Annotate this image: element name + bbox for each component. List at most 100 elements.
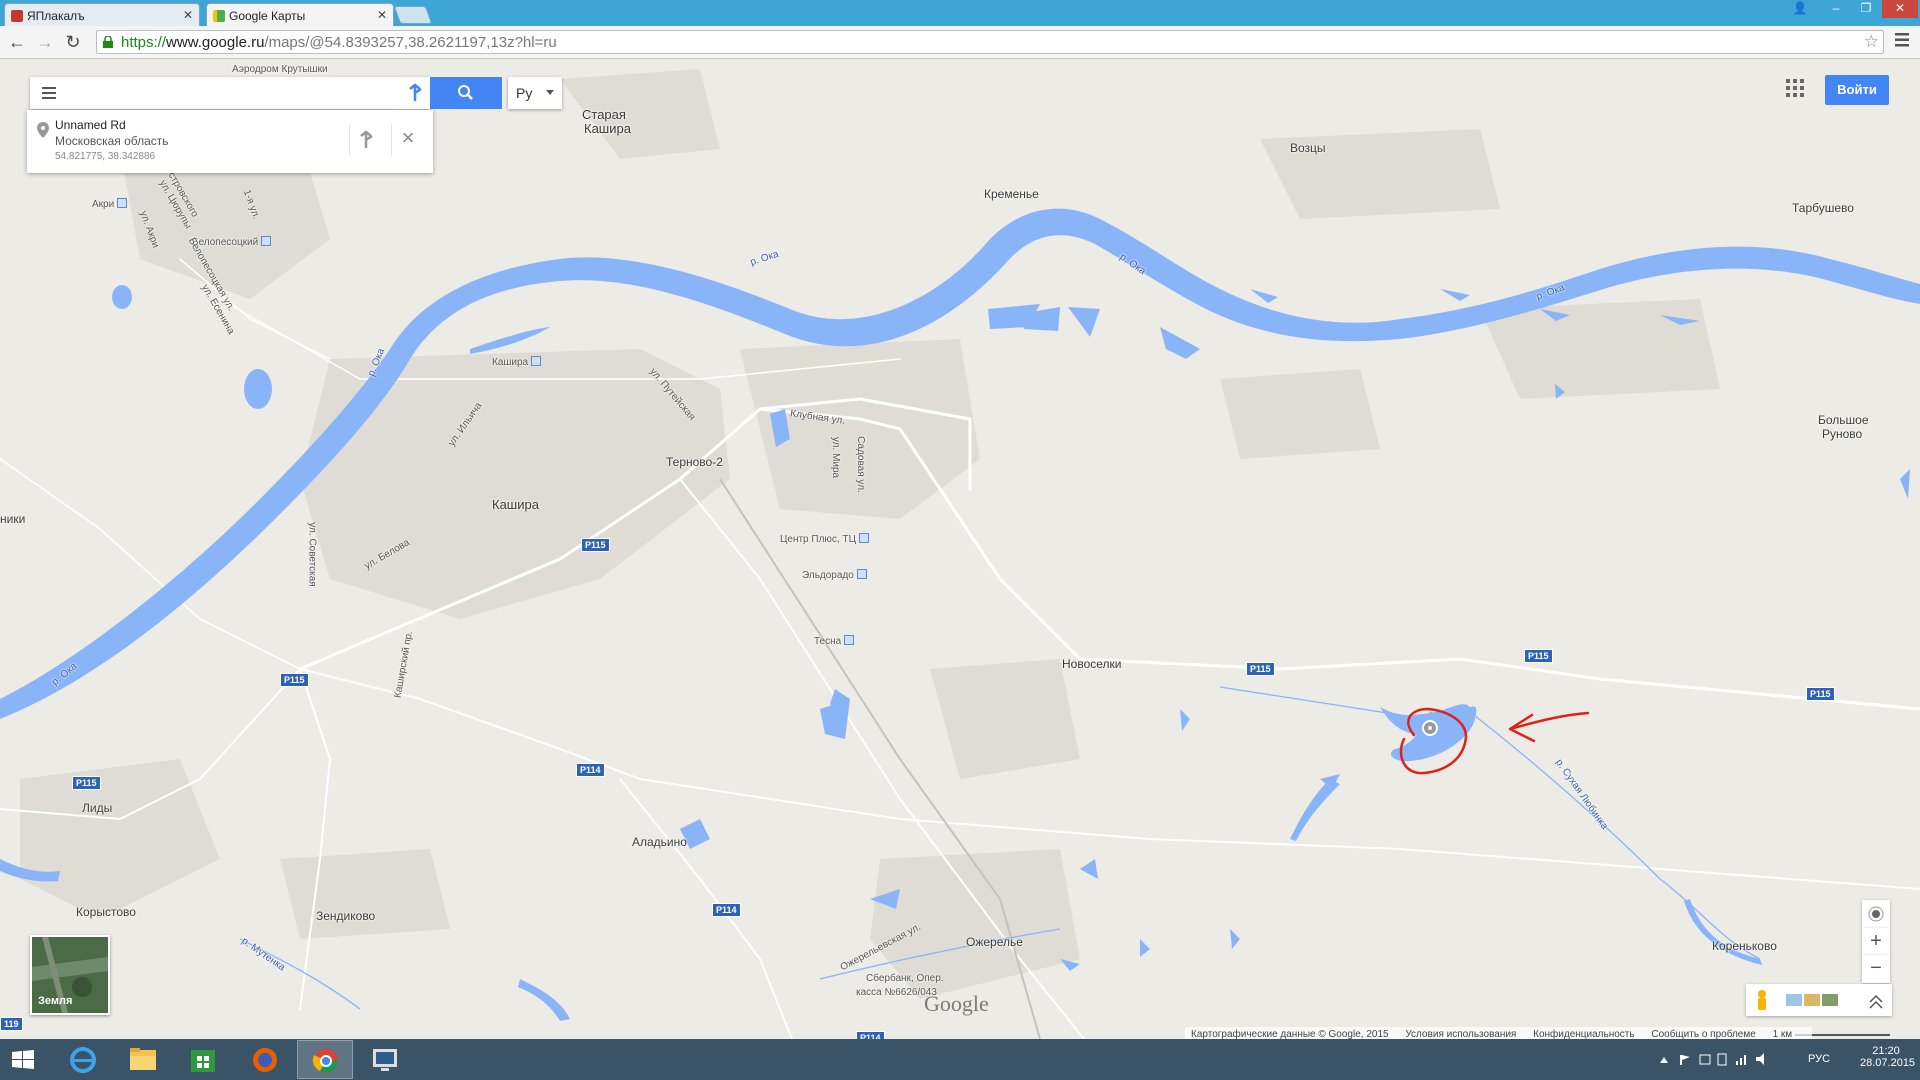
search-input[interactable] (68, 81, 417, 107)
firefox-icon[interactable] (237, 1040, 293, 1079)
label-zendikovo: Зендиково (316, 909, 376, 923)
label-korystovo: Корыстово (76, 905, 136, 919)
close-tab-icon[interactable]: ✕ (183, 8, 193, 22)
system-tray-icons[interactable] (1656, 1051, 1796, 1069)
earth-label: Земля (38, 995, 73, 1007)
station-icon (531, 356, 542, 366)
url-text: https://www.google.ru/maps/@54.8393257,3… (121, 34, 557, 51)
language-label: Ру (516, 85, 533, 101)
lock-icon (103, 36, 113, 48)
input-language-indicator[interactable]: РУС (1808, 1053, 1830, 1065)
forward-arrow-icon[interactable]: → (34, 31, 56, 53)
label-ternovo: Терново-2 (666, 455, 723, 469)
privacy-link[interactable]: Конфиденциальность (1533, 1029, 1634, 1039)
label-kashira: Кашира (492, 497, 539, 512)
label-eldorado-text: Эльдорадо (802, 570, 854, 581)
clock-time: 21:20 (1872, 1045, 1900, 1057)
profile-icon[interactable]: 👤 (1786, 0, 1814, 18)
chrome-menu-icon[interactable] (1895, 32, 1909, 48)
url-scheme: https:// (121, 34, 167, 51)
browser-tab-strip: ЯПлакалъ ✕ Google Карты ✕ 👤 – ❐ ✕ (0, 0, 1920, 26)
road-shield-p115: P115 (72, 776, 101, 790)
layers-panel[interactable] (1746, 984, 1892, 1016)
zoom-in-button[interactable]: + (1862, 928, 1890, 956)
close-window-icon[interactable]: ✕ (1882, 0, 1918, 18)
station-icon (844, 635, 855, 645)
road-shield-edge: 119 (0, 1017, 23, 1031)
label-tesna-text: Тесна (814, 636, 842, 647)
map-graphics (0, 69, 1920, 1039)
label-sadovaya: Садовая ул. (854, 436, 866, 493)
label-voztsy: Возцы (1290, 141, 1326, 155)
restore-window-icon[interactable]: ❐ (1852, 0, 1880, 18)
back-arrow-icon[interactable]: ← (6, 31, 28, 53)
file-explorer-icon[interactable] (115, 1040, 171, 1079)
card-close-icon[interactable]: × (391, 124, 424, 156)
card-directions-icon[interactable] (349, 124, 382, 156)
map-canvas[interactable]: Аэродром Крутышки Старая Кашира Возцы Кр… (0, 59, 1920, 1039)
station-icon (117, 198, 128, 208)
internet-explorer-icon[interactable] (55, 1040, 111, 1079)
place-name: Unnamed Rd (55, 118, 126, 132)
label-akri-text: Акри (92, 199, 115, 210)
search-icon (458, 85, 473, 100)
reload-icon[interactable]: ↻ (62, 31, 84, 53)
label-belopestotsky-text: Белопесоцкий (192, 237, 259, 248)
url-path: /maps/@54.8393257,38.2621197,13z?hl=ru (264, 34, 557, 51)
tab-yaplakal[interactable]: ЯПлакалъ ✕ (4, 3, 200, 26)
location-marker-icon[interactable] (1422, 720, 1438, 736)
hamburger-menu-icon[interactable] (42, 87, 56, 99)
road-shield-p115: P115 (1246, 662, 1275, 676)
bookmark-star-icon[interactable]: ☆ (1864, 32, 1879, 52)
directions-icon[interactable] (400, 77, 430, 109)
google-logo: Google (924, 991, 989, 1016)
label-staraya-kashira-line2: Кашира (584, 121, 631, 136)
minimize-window-icon[interactable]: – (1822, 0, 1850, 18)
label-tarbushevo: Тарбушево (1792, 201, 1854, 215)
label-kremenye: Кременье (984, 187, 1039, 201)
url-host: www.google.ru (166, 34, 265, 51)
label-ul-sovetskaya: ул. Советская (306, 522, 318, 587)
store-icon[interactable] (175, 1040, 231, 1079)
place-pin-icon (37, 122, 49, 138)
label-eldorado: Эльдорадо (802, 569, 867, 581)
map-data-notice: Картографические данные © Google, 2015 (1191, 1029, 1389, 1039)
chevron-down-icon (546, 90, 554, 95)
new-tab-button[interactable] (393, 6, 433, 24)
label-sberbank-line1: Сбербанк, Опер. (866, 973, 944, 984)
place-result-card[interactable]: Unnamed Rd Московская область 54.821775,… (27, 110, 433, 173)
label-bolshoe-runovo-line1: Большое (1818, 413, 1869, 427)
search-box (30, 77, 430, 109)
search-button[interactable] (430, 77, 502, 109)
place-coordinates: 54.821775, 38.342886 (55, 151, 156, 162)
address-bar[interactable]: https://www.google.ru/maps/@54.8393257,3… (96, 30, 1884, 54)
apps-grid-icon[interactable] (1786, 79, 1804, 97)
remote-desktop-icon[interactable] (357, 1040, 413, 1079)
shop-icon (859, 533, 869, 543)
taskbar-clock[interactable]: 21:20 28.07.2015 (1860, 1045, 1916, 1069)
login-button[interactable]: Войти (1825, 75, 1889, 105)
terms-link[interactable]: Условия использования (1405, 1029, 1516, 1039)
close-tab-icon[interactable]: ✕ (377, 8, 387, 22)
road-shield-p115: P115 (581, 538, 610, 552)
road-shield-p115: P115 (1524, 649, 1553, 663)
yaplakal-favicon-icon (11, 10, 23, 22)
road-shield-p114: P114 (856, 1031, 885, 1039)
language-selector[interactable]: Ру (508, 77, 562, 109)
road-shield-p115: P115 (280, 673, 309, 687)
chrome-icon[interactable] (297, 1040, 353, 1079)
label-ozherelye: Ожерелье (966, 935, 1023, 949)
label-tesna: Тесна (814, 635, 855, 647)
tab-google-maps[interactable]: Google Карты ✕ (206, 3, 394, 26)
urban-areas (20, 69, 1720, 999)
label-aerodrom: Аэродром Крутышки (232, 64, 328, 75)
label-centr-plus-text: Центр Плюс, ТЦ (780, 534, 856, 545)
clock-date: 28.07.2015 (1860, 1057, 1916, 1069)
windows-start-icon[interactable] (0, 1040, 56, 1079)
scale-label: 1 км (1772, 1029, 1793, 1039)
zoom-out-button[interactable]: − (1862, 955, 1890, 983)
my-location-button[interactable] (1862, 900, 1890, 928)
report-problem-link[interactable]: Сообщить о проблеме (1651, 1029, 1755, 1039)
label-ul-mira: ул. Мира (830, 436, 842, 479)
earth-view-toggle[interactable]: Земля (30, 935, 110, 1015)
